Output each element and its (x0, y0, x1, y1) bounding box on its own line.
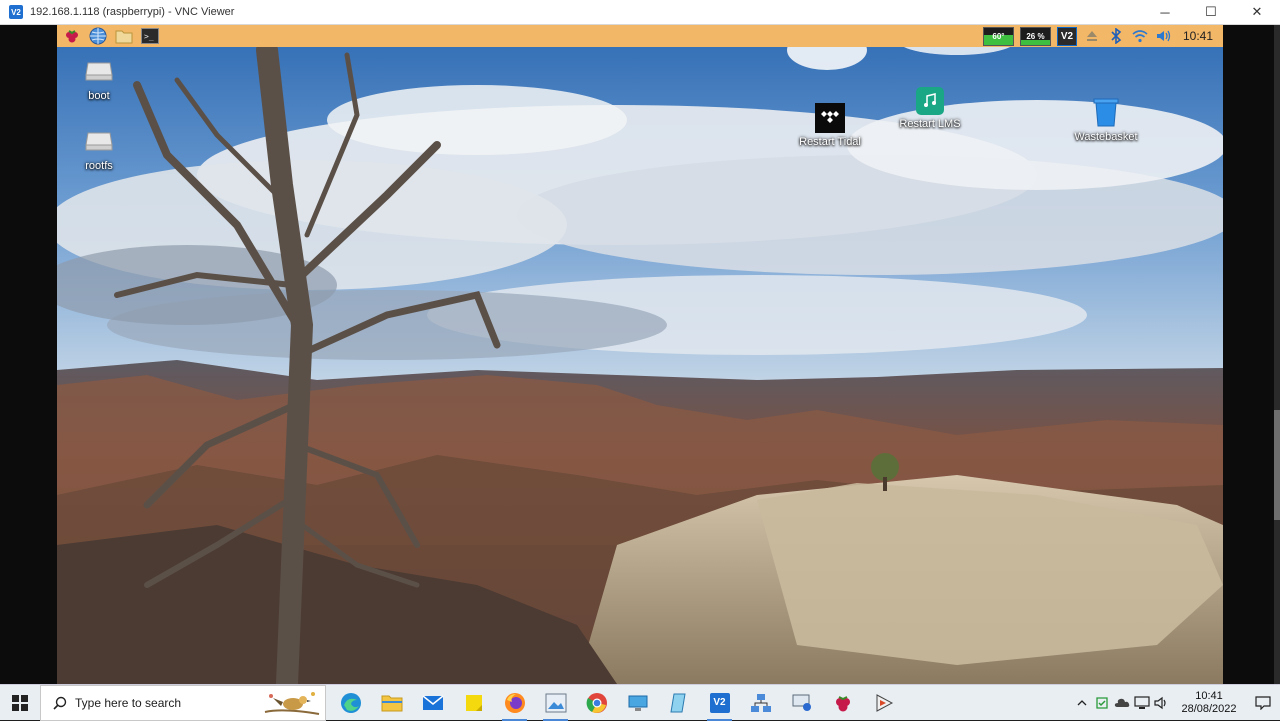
chrome-icon[interactable] (576, 685, 617, 721)
taskbar-time: 10:41 (1195, 689, 1223, 702)
desktop-icon-label: Restart LMS (899, 118, 961, 130)
edge-icon[interactable] (330, 685, 371, 721)
remote-desktop-icon[interactable] (617, 685, 658, 721)
desktop-icon-restart-tidal[interactable]: Restart Tidal (785, 103, 875, 148)
eject-icon[interactable] (1083, 27, 1101, 45)
firefox-icon[interactable] (494, 685, 535, 721)
desktop-icon-label: rootfs (85, 160, 113, 172)
search-icon (45, 696, 75, 710)
drive-icon (83, 55, 115, 87)
desktop-icon-rootfs[interactable]: rootfs (57, 125, 144, 172)
wastebasket-icon (1090, 96, 1122, 128)
taskbar-clock[interactable]: 10:41 28/08/2022 (1172, 690, 1246, 716)
minimize-button[interactable]: ─ (1142, 0, 1188, 25)
search-highlight-bird-image (264, 691, 320, 715)
vnc-server-icon[interactable]: V2 (1056, 26, 1077, 46)
network-monitor-icon[interactable] (1132, 685, 1152, 721)
vnc-logo-icon: V2 (9, 5, 23, 19)
vnc-window-titlebar[interactable]: V2 192.168.1.118 (raspberrypi) - VNC Vie… (0, 0, 1280, 25)
desktop-icon-restart-lms[interactable]: Restart LMS (885, 87, 975, 130)
media-player-icon[interactable] (863, 685, 904, 721)
temperature-monitor[interactable]: 60° (982, 26, 1014, 46)
desktop-icon-label: boot (88, 90, 110, 102)
web-browser-icon[interactable] (88, 26, 108, 46)
taskbar-search-box[interactable]: Type here to search (40, 684, 326, 721)
onedrive-cloud-icon[interactable] (1112, 685, 1132, 721)
speaker-icon[interactable] (1152, 685, 1172, 721)
pc-settings-icon[interactable] (781, 685, 822, 721)
desktop-icon-label: Restart Tidal (799, 136, 861, 148)
chevron-up-icon[interactable] (1072, 685, 1092, 721)
notepad-icon[interactable] (658, 685, 699, 721)
music-icon (916, 87, 944, 115)
scrollbar-thumb[interactable] (1274, 410, 1280, 520)
desktop-wallpaper (57, 25, 1223, 684)
desktop-icon-boot[interactable]: boot (57, 55, 144, 102)
cpu-label: 26 % (1026, 31, 1045, 41)
raspberry-imager-icon[interactable] (822, 685, 863, 721)
temperature-label: 60° (992, 31, 1005, 41)
vertical-scrollbar[interactable] (1274, 25, 1280, 684)
update-shield-icon[interactable] (1092, 685, 1112, 721)
vnc-viewer-label: V2 (709, 692, 730, 713)
maximize-button[interactable]: ☐ (1188, 0, 1234, 25)
taskbar-date: 28/08/2022 (1181, 702, 1237, 715)
network-icon[interactable] (740, 685, 781, 721)
mail-icon[interactable] (412, 685, 453, 721)
wifi-icon[interactable] (1131, 27, 1149, 45)
raspberry-pi-desktop[interactable]: >_ 60° 26 % V2 10:41 boot rootfs Restart… (57, 25, 1223, 684)
terminal-glyph: >_ (144, 32, 154, 41)
desktop-icon-label: Wastebasket (1074, 131, 1138, 143)
volume-icon[interactable] (1155, 27, 1173, 45)
pi-clock[interactable]: 10:41 (1183, 29, 1213, 43)
photos-icon[interactable] (535, 685, 576, 721)
tidal-icon (815, 103, 845, 133)
raspberry-menu-icon[interactable] (62, 26, 82, 46)
file-manager-icon[interactable] (114, 26, 134, 46)
system-tray: 10:41 28/08/2022 (1072, 685, 1280, 721)
taskbar-apps: V2 (330, 685, 904, 721)
pi-system-tray: 60° 26 % V2 10:41 (982, 26, 1213, 46)
sticky-notes-icon[interactable] (453, 685, 494, 721)
cpu-monitor[interactable]: 26 % (1019, 26, 1051, 46)
window-title: 192.168.1.118 (raspberrypi) - VNC Viewer (30, 6, 235, 18)
notification-icon[interactable] (1246, 685, 1280, 721)
desktop-icon-wastebasket[interactable]: Wastebasket (1061, 96, 1151, 143)
terminal-icon[interactable]: >_ (140, 26, 160, 46)
vnc-viewport: >_ 60° 26 % V2 10:41 boot rootfs Restart… (0, 25, 1280, 684)
bluetooth-icon[interactable] (1107, 27, 1125, 45)
vnc-viewer-icon[interactable]: V2 (699, 685, 740, 721)
window-controls: ─ ☐ ✕ (1142, 0, 1280, 25)
cpu-fill (1020, 40, 1050, 45)
file-explorer-icon[interactable] (371, 685, 412, 721)
pi-top-panel: >_ 60° 26 % V2 10:41 (57, 25, 1223, 47)
drive-icon (83, 125, 115, 157)
windows-logo-icon (12, 694, 28, 711)
close-button[interactable]: ✕ (1234, 0, 1280, 25)
windows-taskbar: Type here to search V2 10:41 28/08/2022 (0, 684, 1280, 721)
start-button[interactable] (0, 685, 40, 721)
pi-launcher: >_ (62, 26, 160, 46)
search-placeholder: Type here to search (75, 695, 182, 710)
